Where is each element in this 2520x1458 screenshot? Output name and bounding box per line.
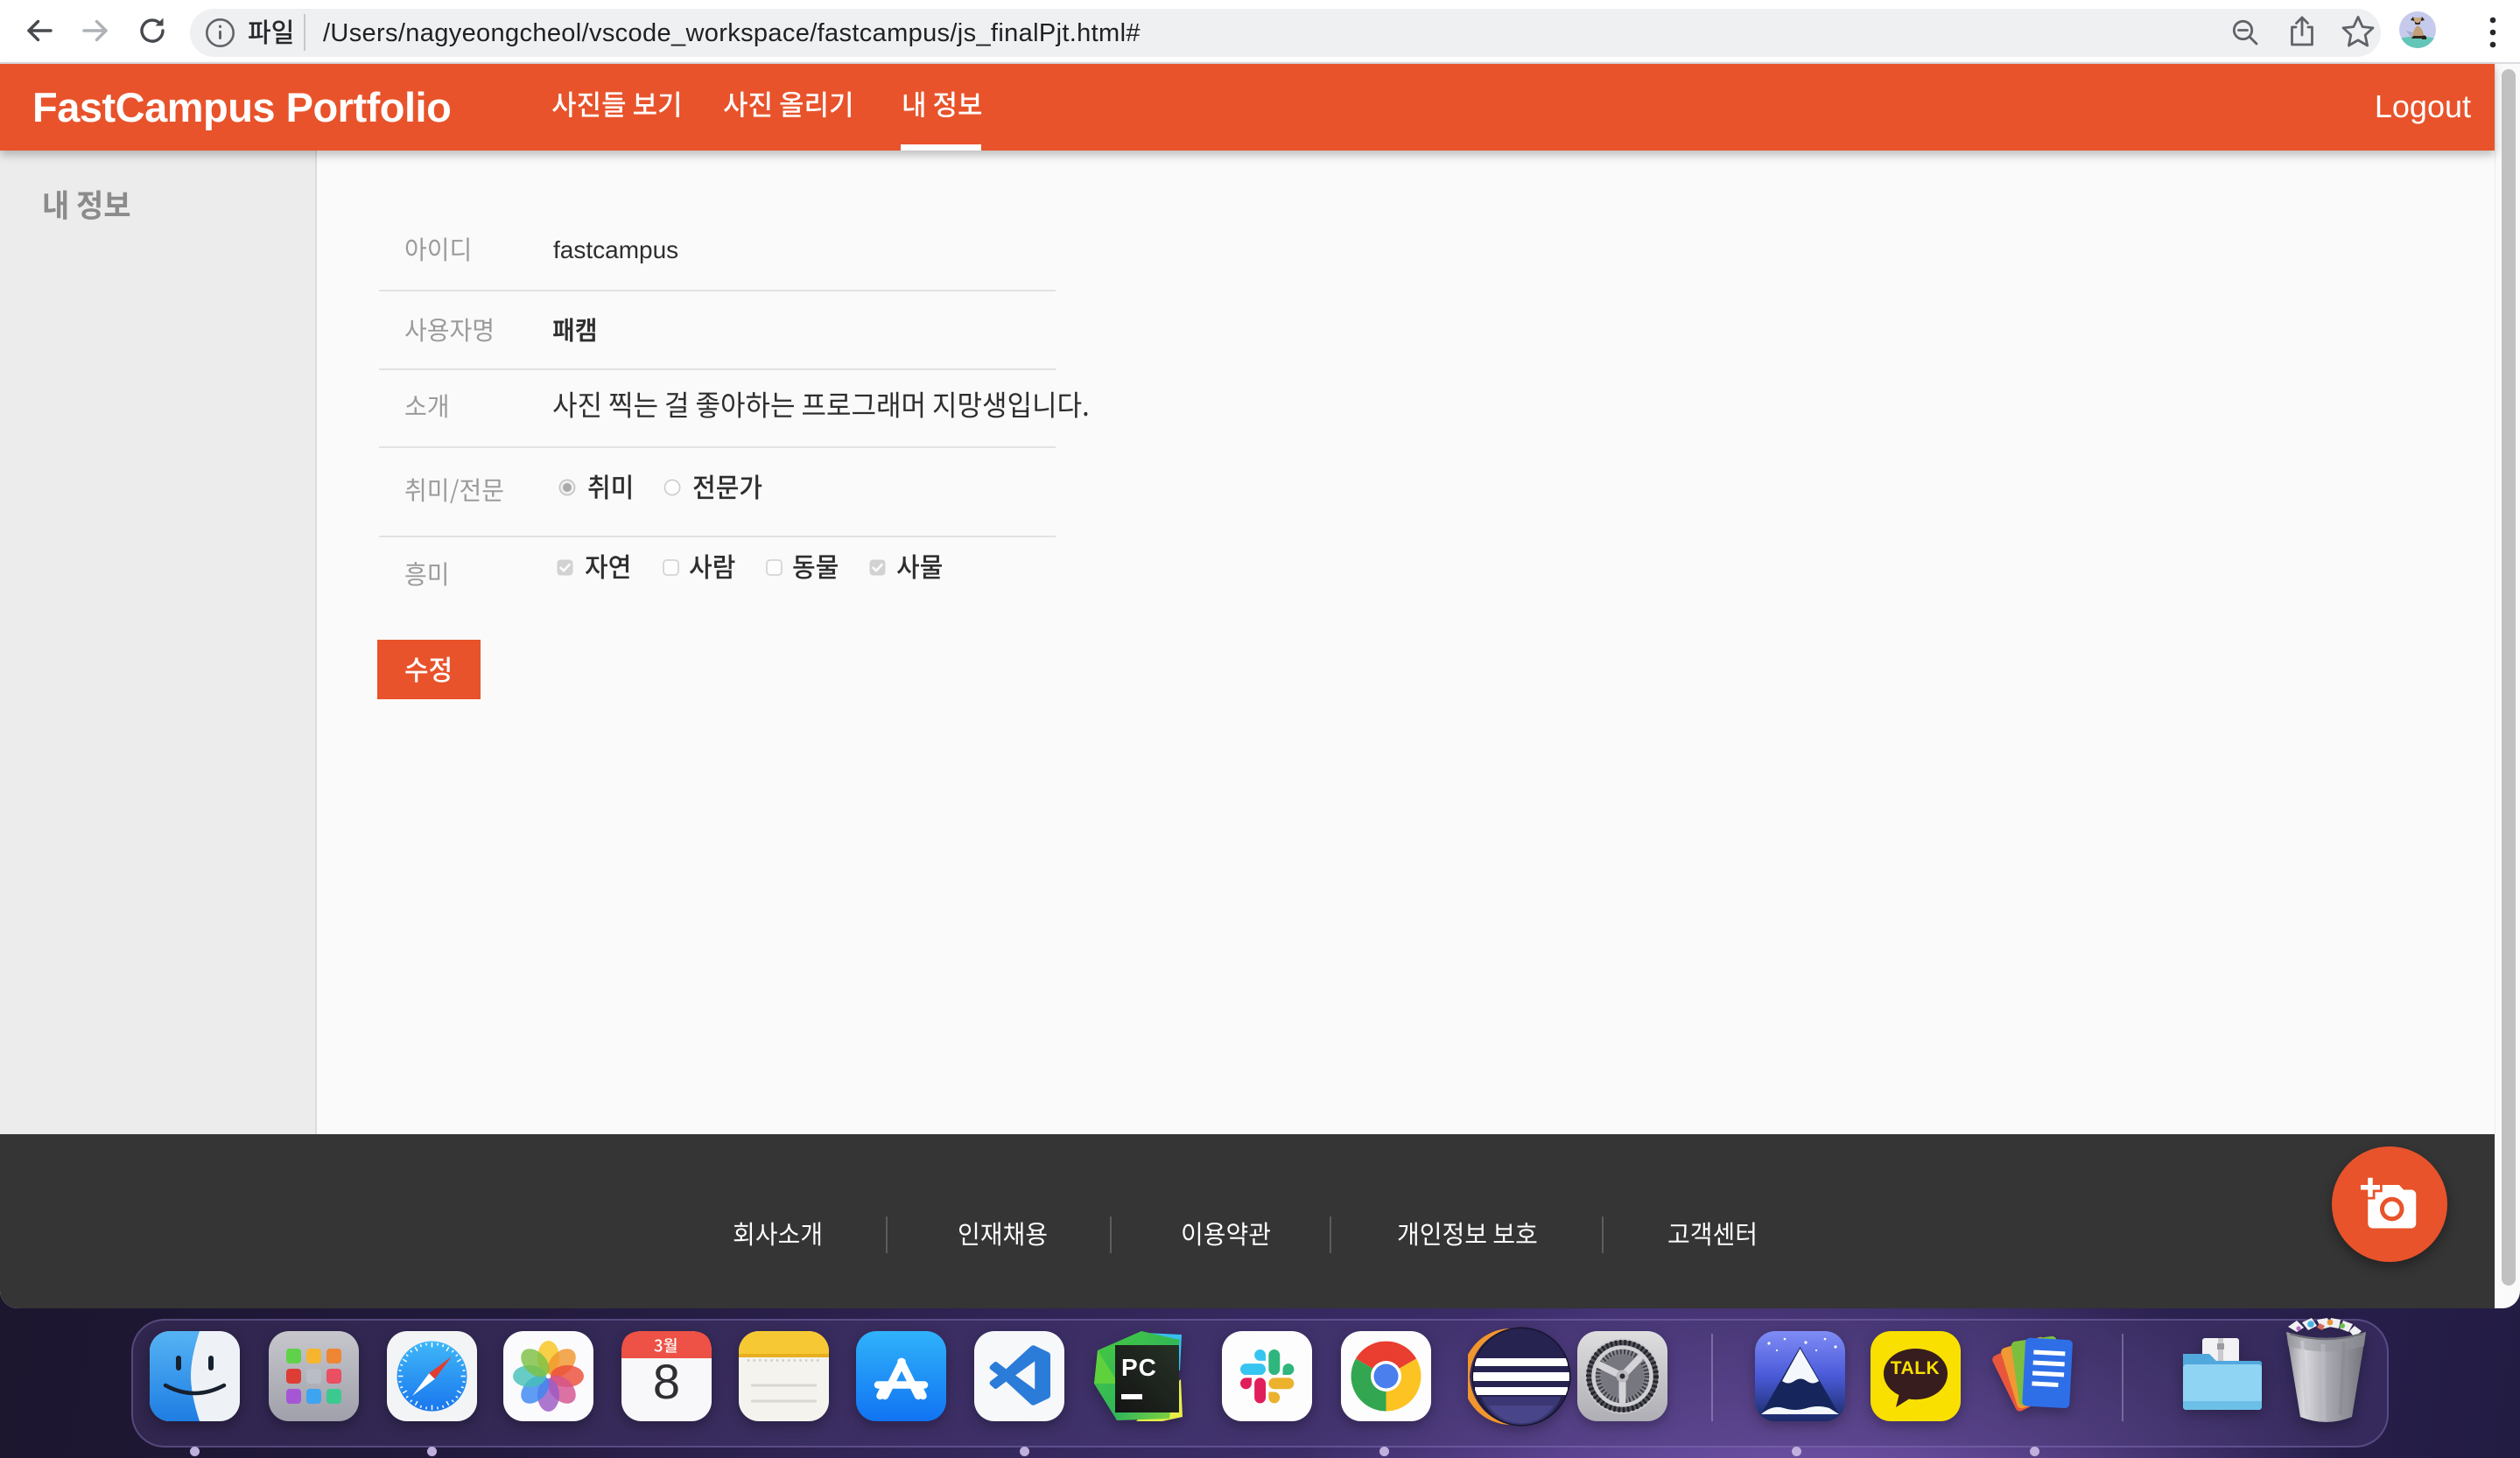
svg-text:PC: PC xyxy=(1121,1354,1157,1381)
svg-text:8: 8 xyxy=(652,1354,679,1409)
